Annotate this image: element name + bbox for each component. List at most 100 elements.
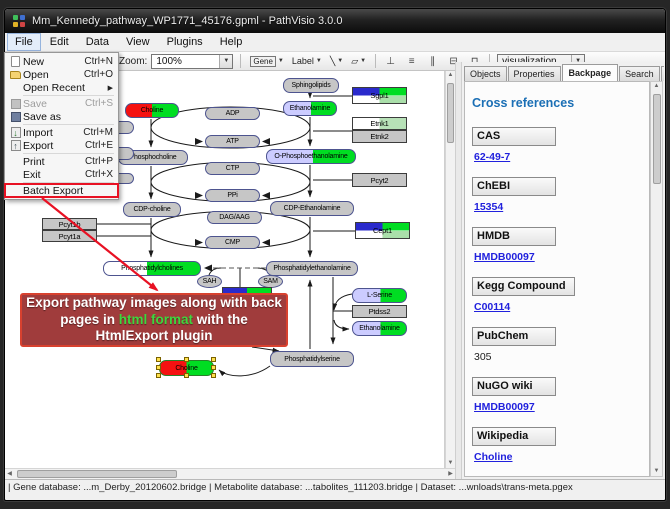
tab-search[interactable]: Search — [619, 66, 660, 81]
file-menu-item-new[interactable]: New Ctrl+N — [5, 55, 118, 68]
node-ethanolamine[interactable]: Ethanolamine — [352, 321, 407, 336]
scroll-right-icon[interactable]: ▶ — [446, 470, 455, 479]
line-icon: ╲ — [330, 56, 335, 67]
canvas-horizontal-scrollbar[interactable]: ◀ ▶ — [5, 468, 455, 479]
tab-properties[interactable]: Properties — [508, 66, 561, 81]
node-o-phosphoethanolamine[interactable]: O-Phosphoethanolamine — [266, 149, 356, 164]
align-center-icon[interactable]: ⊥ — [383, 54, 398, 68]
file-menu-item-save-as[interactable]: Save as — [5, 110, 118, 123]
file-menu-item-batch-export[interactable]: Batch Export — [5, 184, 118, 197]
node-cdp-choline[interactable]: CDP-choline — [123, 202, 181, 217]
xref-id-link[interactable]: HMDB00097 — [474, 251, 643, 263]
caret-down-icon[interactable]: ▼ — [316, 58, 322, 64]
distribute-vertical-icon[interactable]: ≡ — [404, 54, 419, 68]
backpage-content: Cross references CAS 62-49-7 ChEBI 15354… — [464, 81, 650, 477]
xref-id-link[interactable]: C00114 — [474, 301, 643, 313]
open-folder-icon — [10, 71, 21, 79]
file-menu-item-print[interactable]: Print Ctrl+P — [5, 155, 118, 168]
node-pcyt2[interactable]: Pcyt2 — [352, 173, 407, 187]
node-dag-aag[interactable]: DAG/AAG — [207, 211, 262, 224]
export-icon — [11, 140, 21, 151]
caret-down-icon[interactable]: ▼ — [337, 58, 343, 64]
statusbar-text: | Gene database: ...m_Derby_20120602.bri… — [8, 482, 573, 493]
node-cept1[interactable]: Cept1 — [355, 222, 410, 239]
shape-tool[interactable]: ▱ ▼ — [349, 55, 368, 68]
caret-down-icon[interactable]: ▼ — [278, 58, 284, 64]
caret-down-icon[interactable]: ▼ — [360, 58, 366, 64]
node-atp[interactable]: ATP — [205, 135, 260, 148]
xref-id-link[interactable]: Choline — [474, 451, 643, 463]
scroll-up-icon[interactable]: ▲ — [446, 71, 455, 80]
node-choline[interactable]: Choline — [125, 103, 179, 118]
node-ctp[interactable]: CTP — [205, 162, 260, 175]
menubar-item-plugins[interactable]: Plugins — [159, 33, 211, 51]
gene-datanode-tool[interactable]: Gene ▼ — [248, 55, 286, 68]
node-phosphatidylserine[interactable]: Phosphatidylserine — [270, 351, 354, 367]
xref-id-link[interactable]: HMDB00097 — [474, 401, 643, 413]
tab-objects[interactable]: Objects — [464, 66, 507, 81]
scroll-up-icon[interactable]: ▲ — [652, 82, 661, 91]
menubar-item-help[interactable]: Help — [212, 33, 251, 51]
xref-id-link[interactable]: 62-49-7 — [474, 151, 643, 163]
panel-vertical-scrollbar[interactable]: ▲ ▼ — [650, 81, 663, 477]
label-tool[interactable]: Label ▼ — [290, 55, 324, 67]
shape-icon: ▱ — [351, 56, 358, 67]
menubar-items: FileEditDataViewPluginsHelp — [7, 33, 251, 51]
scrollbar-thumb[interactable] — [17, 470, 177, 478]
node-ptdss2[interactable]: Ptdss2 — [352, 305, 407, 318]
node-etnk2[interactable]: Etnk2 — [352, 130, 407, 143]
node-pcyt1b[interactable]: Pcyt1b — [42, 218, 97, 230]
xref-section-nugo-wiki: NuGO wiki HMDB00097 — [472, 376, 643, 413]
menubar-item-file[interactable]: File — [7, 33, 41, 51]
distribute-horizontal-icon[interactable]: ∥ — [425, 54, 440, 68]
node-l-serine[interactable]: L-Serine — [352, 288, 407, 303]
cross-reference-sections: CAS 62-49-7 ChEBI 15354 HMDB HMDB00097 K… — [472, 126, 643, 463]
menu-item-icon — [8, 98, 23, 110]
file-menu-item-export[interactable]: Export Ctrl+E — [5, 139, 118, 152]
node-cdp-ethanolamine[interactable]: CDP-Ethanolamine — [270, 201, 354, 216]
submenu-arrow-icon: ▶ — [108, 84, 113, 92]
xref-source-header: PubChem — [472, 327, 556, 346]
file-menu-item-exit[interactable]: Exit Ctrl+X — [5, 168, 118, 181]
zoom-combobox[interactable]: 100% ▼ — [151, 54, 233, 69]
caret-down-icon[interactable]: ▼ — [219, 55, 232, 68]
menu-item-icon — [8, 140, 23, 152]
node-pcyt1a[interactable]: Pcyt1a — [42, 230, 97, 242]
node-phosphatidylcholines[interactable]: Phosphatidylcholines — [103, 261, 201, 276]
menubar-item-data[interactable]: Data — [78, 33, 117, 51]
file-menu-dropdown: New Ctrl+N Open Ctrl+O Open Recent ▶ Sav… — [4, 52, 119, 200]
node-phosphatidylethanolamine[interactable]: Phosphatidylethanolamine — [266, 261, 358, 276]
scroll-down-icon[interactable]: ▼ — [446, 459, 455, 468]
app-icon — [13, 15, 25, 27]
node-ppi[interactable]: PPi — [205, 189, 260, 202]
panel-splitter[interactable] — [455, 62, 462, 479]
node-sah[interactable]: SAH — [197, 275, 222, 288]
import-icon — [11, 127, 21, 138]
xref-id-link[interactable]: 15354 — [474, 201, 643, 213]
menubar-item-view[interactable]: View — [118, 33, 158, 51]
menubar-item-edit[interactable]: Edit — [42, 33, 77, 51]
file-menu-item-open-recent[interactable]: Open Recent ▶ — [5, 81, 118, 94]
scrollbar-thumb[interactable] — [447, 83, 454, 143]
node-ethanolamine[interactable]: Ethanolamine — [283, 101, 337, 116]
node-cmp[interactable]: CMP — [205, 236, 260, 249]
node-sphingolipids[interactable]: Sphingolipids — [283, 78, 339, 93]
node-etnk1[interactable]: Etnk1 — [352, 117, 407, 130]
canvas-vertical-scrollbar[interactable]: ▲ ▼ — [445, 71, 455, 468]
line-tool[interactable]: ╲ ▼ — [328, 55, 345, 68]
file-menu-item-open[interactable]: Open Ctrl+O — [5, 68, 118, 81]
menu-item-icon — [8, 156, 23, 168]
scroll-down-icon[interactable]: ▼ — [652, 467, 661, 476]
node-adp[interactable]: ADP — [205, 107, 260, 120]
toolbar-separator — [375, 54, 376, 68]
scrollbar-thumb[interactable] — [653, 94, 661, 184]
node-choline[interactable]: Choline — [159, 360, 214, 376]
file-menu-item-save[interactable]: Save Ctrl+S — [5, 97, 118, 110]
scroll-left-icon[interactable]: ◀ — [5, 470, 14, 479]
tab-legend[interactable]: Legend — [661, 66, 664, 81]
side-panel: ObjectsPropertiesBackpageSearchLegend Cr… — [462, 62, 665, 479]
menu-item-icon — [8, 111, 23, 123]
node-sgpl1[interactable]: Sgpl1 — [352, 87, 407, 104]
file-menu-item-import[interactable]: Import Ctrl+M — [5, 126, 118, 139]
tab-backpage[interactable]: Backpage — [562, 64, 619, 81]
